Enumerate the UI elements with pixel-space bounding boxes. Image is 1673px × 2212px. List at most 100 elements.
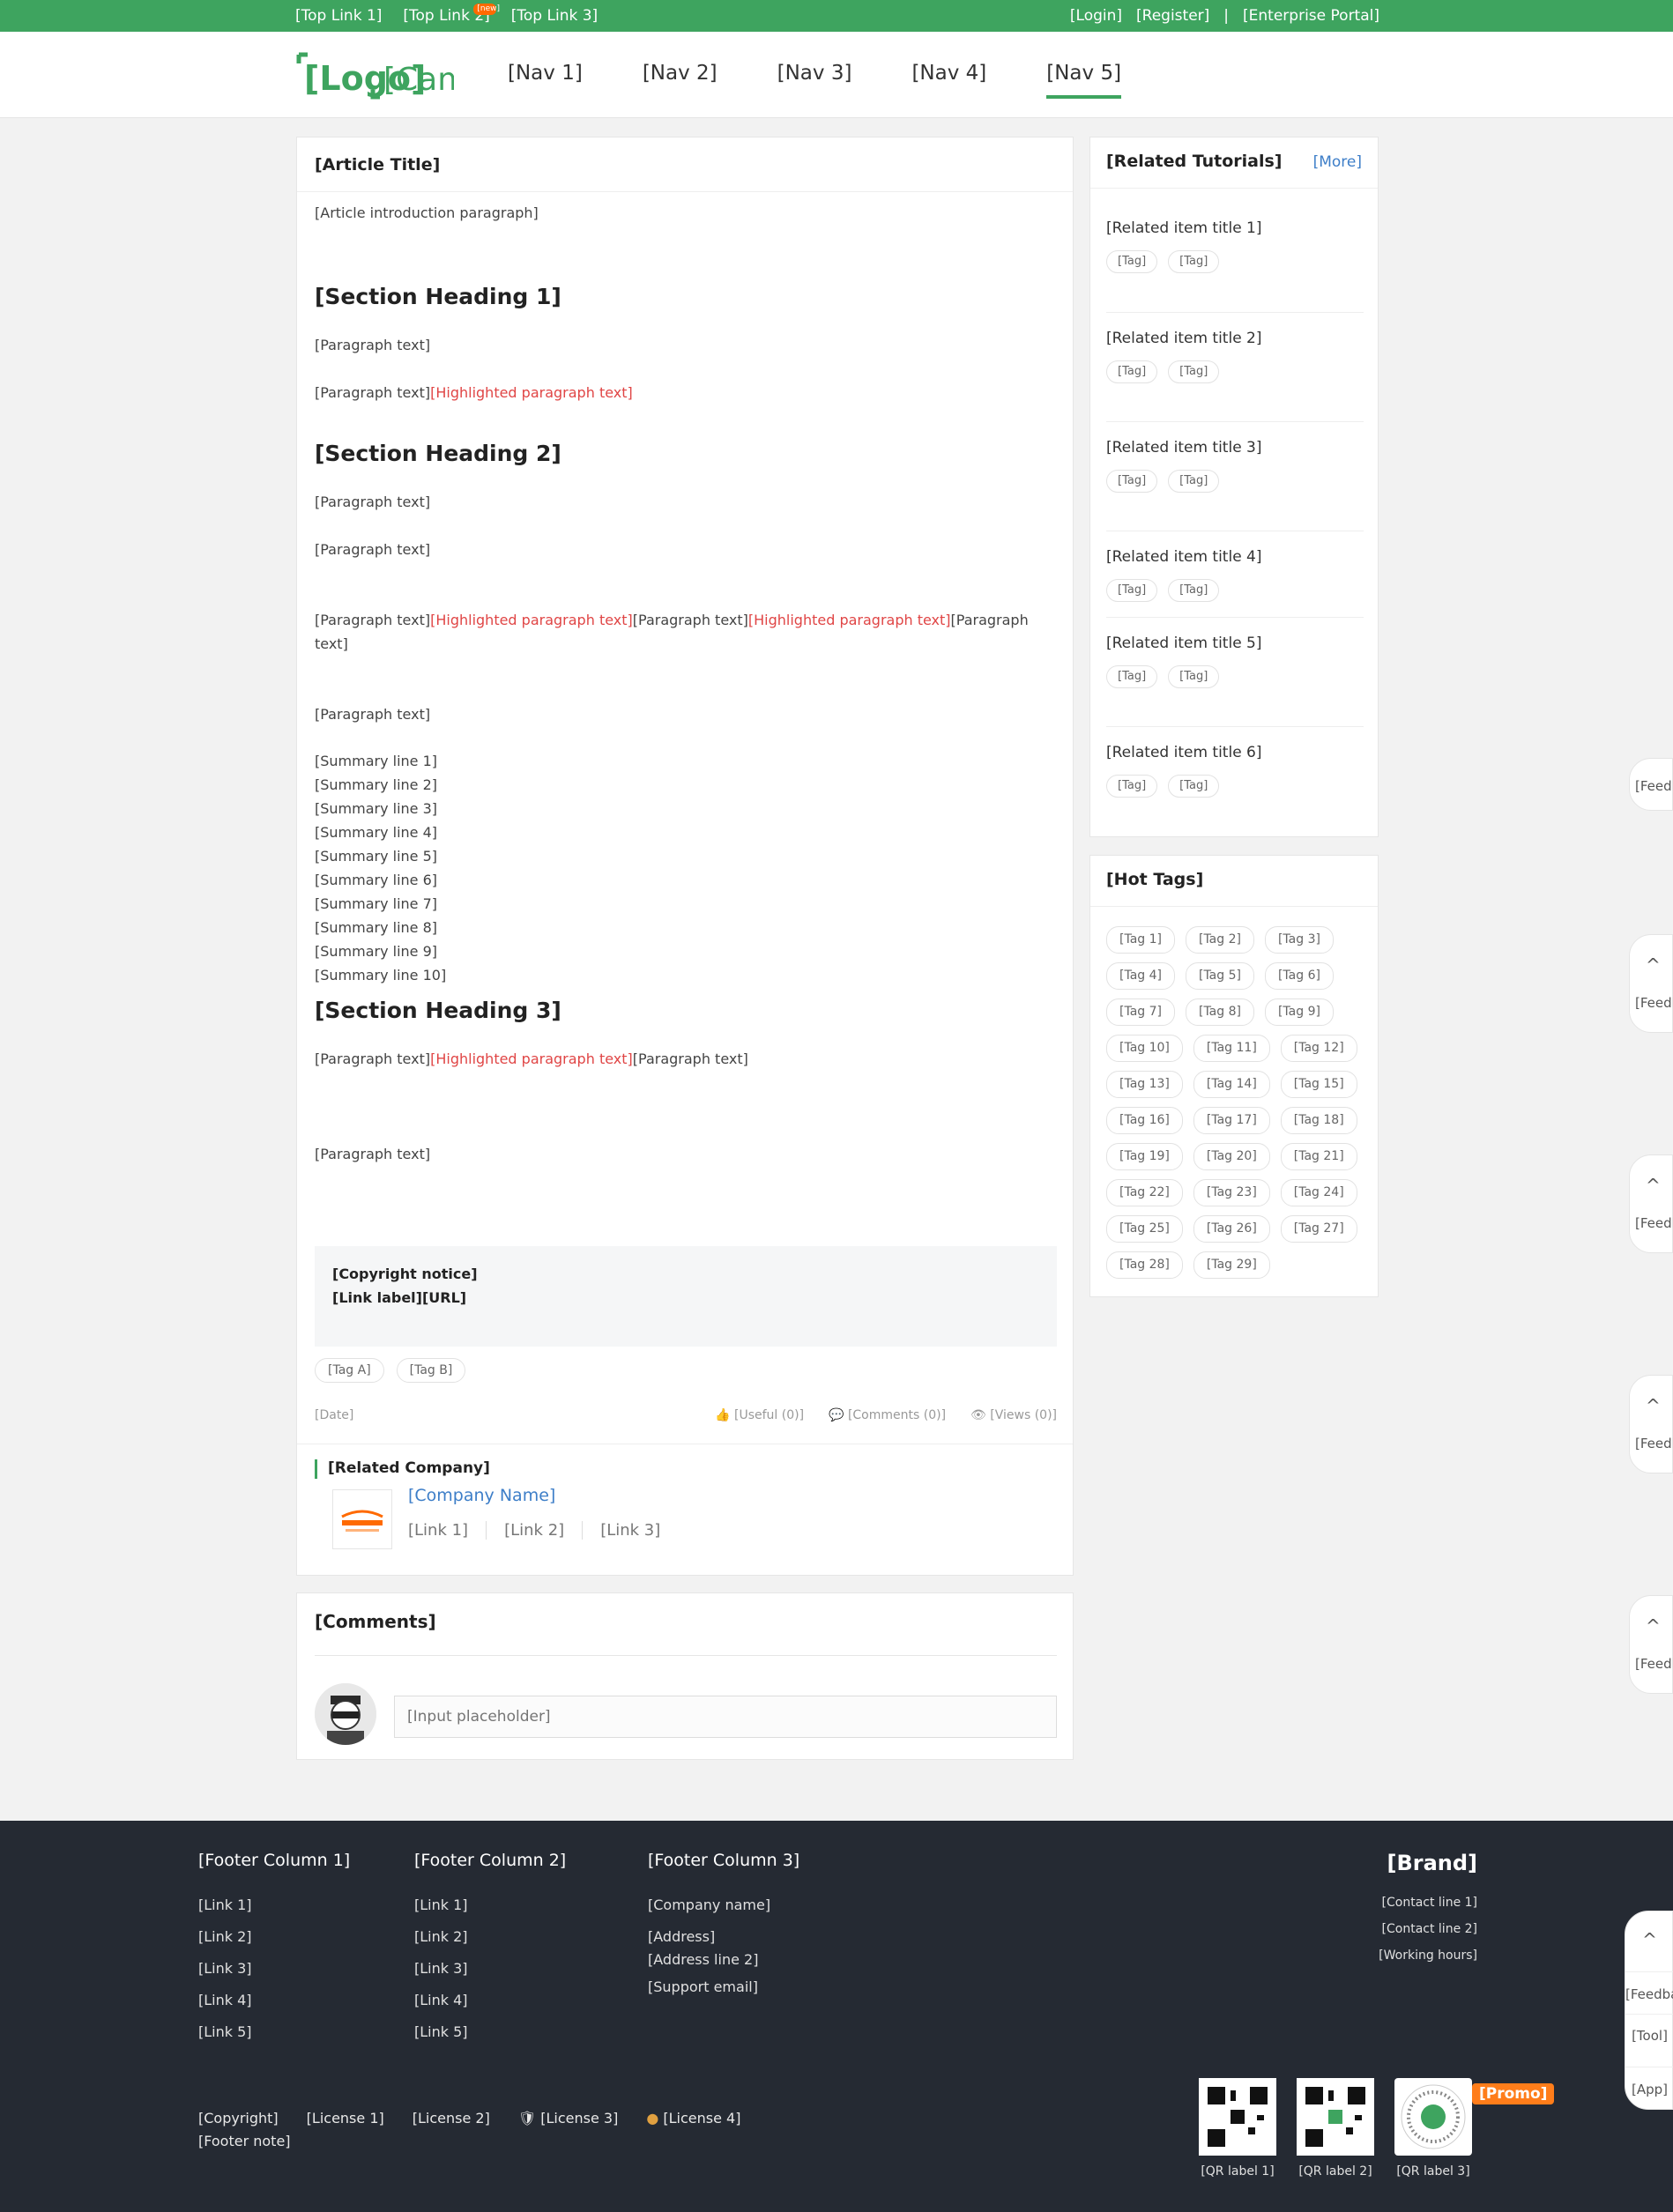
company-link-interview[interactable]: [Link 2] bbox=[486, 1521, 582, 1540]
related-tag[interactable]: [Tag] bbox=[1168, 665, 1220, 688]
footer-link[interactable]: [Link 1] bbox=[414, 1889, 566, 1921]
feedback-label[interactable]: [Feedback] bbox=[1635, 1215, 1673, 1231]
nav-tutorial[interactable]: [Nav 5] bbox=[1046, 62, 1122, 99]
related-tag[interactable]: [Tag] bbox=[1106, 360, 1158, 383]
back-to-top-icon[interactable]: ^ bbox=[1646, 954, 1661, 976]
footer-license[interactable]: ● [License 4] bbox=[646, 2107, 740, 2130]
hot-tag[interactable]: [Tag 23] bbox=[1193, 1179, 1270, 1206]
hot-tag[interactable]: [Tag 26] bbox=[1193, 1215, 1270, 1243]
footer-icp-2[interactable]: [License 2] bbox=[413, 2107, 490, 2130]
related-tag[interactable]: [Tag] bbox=[1106, 579, 1158, 602]
company-link-salary[interactable]: [Link 1] bbox=[408, 1521, 486, 1540]
hot-tag[interactable]: [Tag 7] bbox=[1106, 998, 1175, 1026]
hot-tag[interactable]: [Tag 16] bbox=[1106, 1107, 1183, 1134]
hot-tag[interactable]: [Tag 4] bbox=[1106, 962, 1175, 990]
related-tag[interactable]: [Tag] bbox=[1168, 579, 1220, 602]
company-logo[interactable] bbox=[332, 1489, 392, 1549]
footer-link[interactable]: [Link 2] bbox=[198, 1921, 350, 1953]
feedback-label[interactable]: [Feedback] bbox=[1635, 1656, 1673, 1672]
hot-tag[interactable]: [Tag 8] bbox=[1185, 998, 1254, 1026]
register-link[interactable]: [Register] bbox=[1136, 7, 1209, 25]
hot-tag[interactable]: [Tag 21] bbox=[1280, 1143, 1357, 1170]
back-to-top-icon[interactable]: ^ bbox=[1646, 1395, 1661, 1416]
footer-link[interactable]: [Link 1] bbox=[198, 1889, 350, 1921]
hot-tag[interactable]: [Tag 1] bbox=[1106, 926, 1175, 954]
hot-tag[interactable]: [Tag 22] bbox=[1106, 1179, 1183, 1206]
hot-tag[interactable]: [Tag 17] bbox=[1193, 1107, 1270, 1134]
related-tag[interactable]: [Tag] bbox=[1168, 250, 1220, 273]
back-to-top-icon[interactable]: ^ bbox=[1646, 1615, 1661, 1637]
useful-button[interactable]: 👍 [Useful (0)] bbox=[715, 1408, 804, 1422]
site-logo[interactable]: [Logo] [Campus] bbox=[295, 51, 538, 100]
nav-interview-bank[interactable]: [Nav 2] bbox=[643, 62, 718, 99]
article-tag[interactable]: [Tag B] bbox=[396, 1358, 466, 1383]
footer-link[interactable]: [Link 3] bbox=[198, 1953, 350, 1985]
nav-assessment[interactable]: [Nav 4] bbox=[911, 62, 986, 99]
nav-resume[interactable]: [Nav 3] bbox=[777, 62, 852, 99]
footer-link[interactable]: [Link 4] bbox=[414, 1985, 566, 2016]
comment-input[interactable] bbox=[394, 1696, 1057, 1738]
article-tag[interactable]: [Tag A] bbox=[315, 1358, 384, 1383]
company-name[interactable]: [Company Name] bbox=[408, 1486, 555, 1505]
float-feedback-tab[interactable]: [Feedback] bbox=[1629, 758, 1673, 811]
hot-tag[interactable]: [Tag 12] bbox=[1280, 1035, 1357, 1062]
copyright-link[interactable]: [URL] bbox=[422, 1289, 466, 1306]
hot-tag[interactable]: [Tag 24] bbox=[1280, 1179, 1357, 1206]
footer-police[interactable]: 🛡 [License 3] bbox=[518, 2107, 618, 2130]
footer-icp[interactable]: [License 1] bbox=[307, 2107, 384, 2130]
footer-link[interactable]: [Link 2] bbox=[414, 1921, 566, 1953]
footer-link[interactable]: [Link 4] bbox=[198, 1985, 350, 2016]
related-item-title[interactable]: [Related item title 4] bbox=[1106, 546, 1364, 568]
related-tag[interactable]: [Tag] bbox=[1168, 470, 1220, 493]
divider: | bbox=[1223, 7, 1230, 25]
hot-tag[interactable]: [Tag 9] bbox=[1264, 998, 1334, 1026]
hot-tag[interactable]: [Tag 2] bbox=[1185, 926, 1254, 954]
hot-tag[interactable]: [Tag 3] bbox=[1264, 926, 1334, 954]
hot-tag[interactable]: [Tag 10] bbox=[1106, 1035, 1183, 1062]
back-to-top-icon[interactable]: ^ bbox=[1625, 1929, 1673, 1950]
login-link[interactable]: [Login] bbox=[1070, 7, 1122, 25]
related-item-title[interactable]: [Related item title 1] bbox=[1106, 217, 1364, 240]
feedback-button[interactable]: [Feedback] bbox=[1625, 1971, 1673, 2002]
more-link[interactable]: [More] bbox=[1313, 153, 1362, 171]
related-tag[interactable]: [Tag] bbox=[1106, 665, 1158, 688]
hot-tag[interactable]: [Tag 14] bbox=[1193, 1071, 1270, 1098]
hot-tag[interactable]: [Tag 13] bbox=[1106, 1071, 1183, 1098]
footer-link[interactable]: [Link 5] bbox=[414, 2016, 566, 2048]
related-tag[interactable]: [Tag] bbox=[1106, 775, 1158, 798]
footer-link[interactable]: [Link 3] bbox=[414, 1953, 566, 1985]
related-item-title[interactable]: [Related item title 5] bbox=[1106, 632, 1364, 655]
calculator-button[interactable]: [Tool] bbox=[1625, 2014, 1673, 2045]
feedback-label[interactable]: [Feedback] bbox=[1635, 1436, 1673, 1451]
app-button[interactable]: [App] bbox=[1625, 2067, 1673, 2097]
top-link-qa[interactable]: [Top Link 2] [new] bbox=[403, 4, 500, 25]
hot-tag[interactable]: [Tag 28] bbox=[1106, 1251, 1183, 1279]
company-link-hiring[interactable]: [Link 3] bbox=[582, 1521, 678, 1540]
feedback-label[interactable]: [Feedback] bbox=[1635, 995, 1673, 1011]
promo-badge[interactable]: [Promo] bbox=[1472, 2083, 1555, 2104]
footer-link[interactable]: [Link 5] bbox=[198, 2016, 350, 2048]
hot-tag[interactable]: [Tag 6] bbox=[1264, 962, 1334, 990]
hot-tag[interactable]: [Tag 25] bbox=[1106, 1215, 1183, 1243]
nav-jobs[interactable]: [Nav 1] bbox=[508, 62, 583, 99]
hot-tag[interactable]: [Tag 20] bbox=[1193, 1143, 1270, 1170]
back-to-top-icon[interactable]: ^ bbox=[1646, 1175, 1661, 1196]
comment-button[interactable]: 💬 [Comments (0)] bbox=[829, 1408, 946, 1422]
hot-tag[interactable]: [Tag 5] bbox=[1185, 962, 1254, 990]
hot-tag[interactable]: [Tag 11] bbox=[1193, 1035, 1270, 1062]
related-item-title[interactable]: [Related item title 3] bbox=[1106, 436, 1364, 459]
related-tag[interactable]: [Tag] bbox=[1106, 250, 1158, 273]
hot-tag[interactable]: [Tag 18] bbox=[1280, 1107, 1357, 1134]
hot-tag[interactable]: [Tag 15] bbox=[1280, 1071, 1357, 1098]
related-tag[interactable]: [Tag] bbox=[1106, 470, 1158, 493]
hot-tag[interactable]: [Tag 27] bbox=[1280, 1215, 1357, 1243]
hot-tag[interactable]: [Tag 19] bbox=[1106, 1143, 1183, 1170]
related-tag[interactable]: [Tag] bbox=[1168, 360, 1220, 383]
enterprise-link[interactable]: [Enterprise Portal] bbox=[1243, 7, 1379, 25]
hot-tag[interactable]: [Tag 29] bbox=[1193, 1251, 1270, 1279]
related-tag[interactable]: [Tag] bbox=[1168, 775, 1220, 798]
top-link-kanzhun[interactable]: [Top Link 1] bbox=[295, 7, 382, 25]
related-item-title[interactable]: [Related item title 6] bbox=[1106, 741, 1364, 764]
related-item-title[interactable]: [Related item title 2] bbox=[1106, 327, 1364, 350]
top-link-boss[interactable]: [Top Link 3] bbox=[511, 7, 598, 25]
